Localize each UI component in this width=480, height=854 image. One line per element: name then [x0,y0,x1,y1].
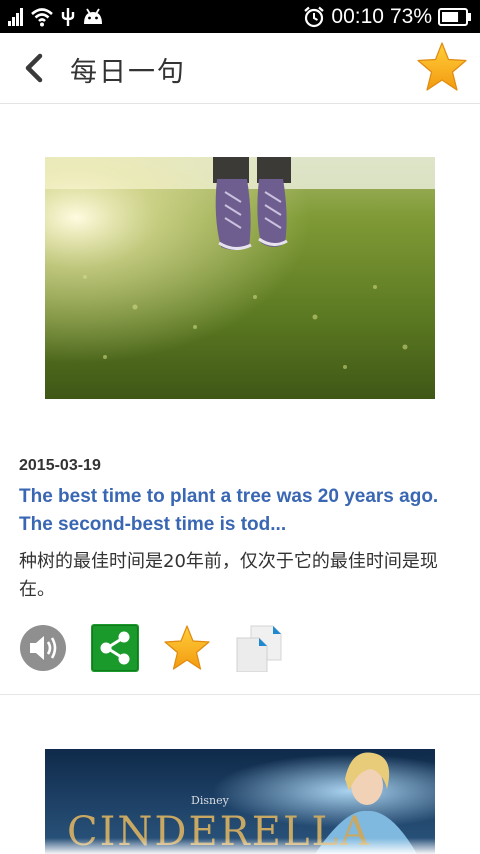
english-sentence[interactable]: The best time to plant a tree was 20 yea… [19,483,459,539]
favorite-star-icon[interactable] [163,624,211,672]
speaker-icon[interactable] [19,624,67,672]
battery-percent: 73% [389,5,432,28]
android-icon [84,8,102,24]
app-header: 每日一句 [0,33,480,104]
copy-icon[interactable] [235,624,283,672]
sentence-card[interactable]: 2015-03-19 The best time to plant a tree… [0,104,480,695]
status-left [8,5,104,29]
wifi-icon [31,8,53,27]
clock-time: 00:10 [331,5,384,28]
alarm-clock-icon [304,6,325,28]
poster-brand: Disney [191,794,230,807]
chinese-translation: 种树的最佳时间是20年前，仅次于它的最佳时间是现在。 [19,551,438,600]
status-right: 00:10 73% [303,4,472,30]
signal-icon [8,8,24,26]
status-bar: 00:10 73% [0,0,480,33]
share-icon[interactable] [91,624,139,672]
star-icon[interactable] [416,41,468,93]
card-photo [45,157,435,399]
entry-date: 2015-03-19 [19,457,101,474]
chevron-left-icon[interactable] [18,51,52,85]
battery-icon [438,8,471,26]
page-title: 每日一句 [70,57,186,88]
action-bar [19,624,459,674]
scroll-fade [0,838,480,854]
usb-icon [61,8,75,26]
